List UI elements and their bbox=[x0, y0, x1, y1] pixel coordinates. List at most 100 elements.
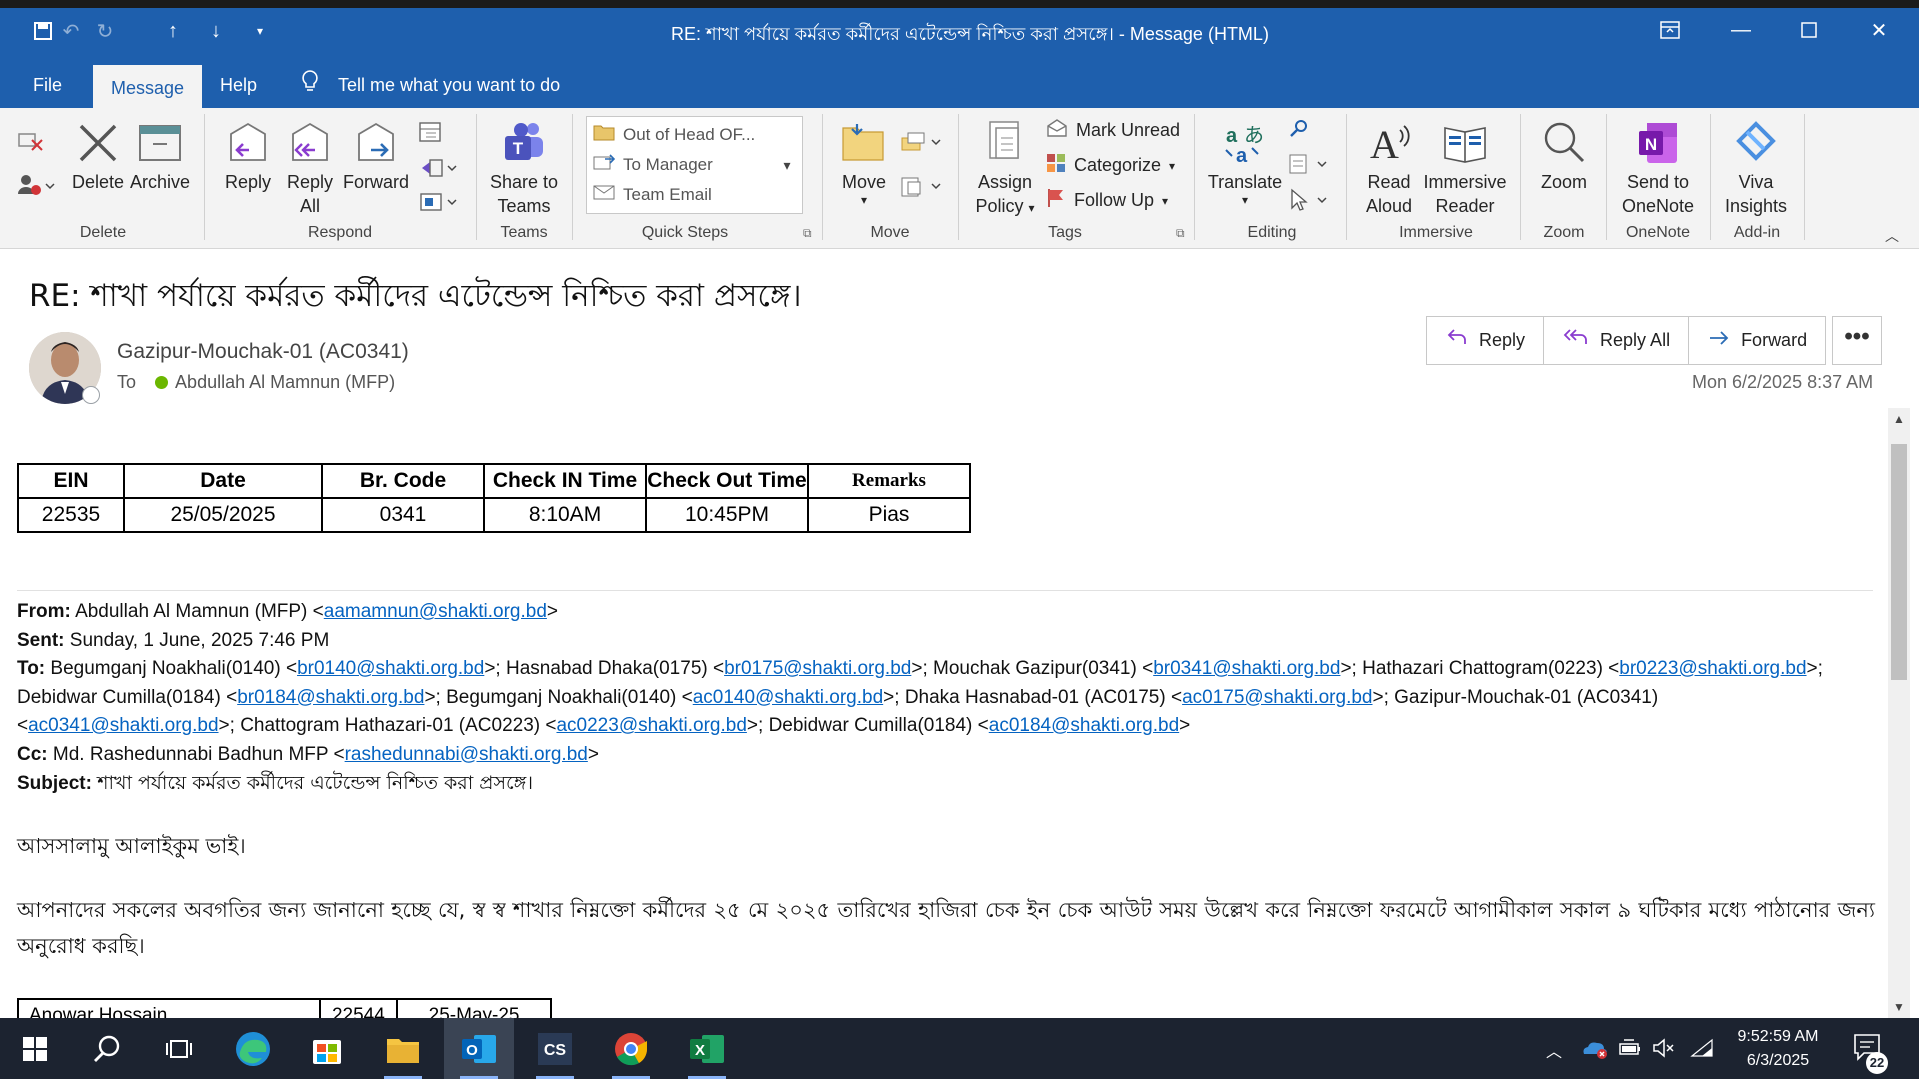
recipient-email-link[interactable]: br0223@shakti.org.bd bbox=[1619, 658, 1806, 679]
previous-item-icon[interactable]: ↑ bbox=[160, 18, 186, 44]
edge-icon[interactable] bbox=[218, 1018, 288, 1079]
outlook-taskbar-icon[interactable]: O bbox=[444, 1018, 514, 1079]
scroll-up-icon[interactable]: ▲ bbox=[1888, 408, 1910, 430]
forward-button[interactable]: Forward bbox=[342, 120, 410, 194]
battery-icon[interactable] bbox=[1618, 1038, 1642, 1063]
maximize-button[interactable] bbox=[1786, 14, 1832, 46]
select-icon[interactable] bbox=[1288, 188, 1332, 217]
cc-email-link[interactable]: rashedunnabi@shakti.org.bd bbox=[345, 744, 588, 765]
task-view-icon[interactable] bbox=[144, 1018, 214, 1079]
ribbon-display-options-icon[interactable] bbox=[1647, 14, 1693, 46]
group-separator bbox=[476, 114, 477, 240]
recipient-email-link[interactable]: ac0184@shakti.org.bd bbox=[989, 715, 1179, 736]
undo-icon[interactable]: ↶ bbox=[58, 18, 84, 44]
microsoft-store-icon[interactable] bbox=[292, 1018, 362, 1079]
junk-icon[interactable] bbox=[16, 172, 56, 203]
categorize-label: Categorize bbox=[1074, 155, 1162, 175]
from-email-link[interactable]: aamamnun@shakti.org.bd bbox=[324, 601, 547, 622]
forward-button[interactable]: Forward bbox=[1689, 317, 1825, 364]
recipient-email-link[interactable]: ac0175@shakti.org.bd bbox=[1182, 687, 1372, 708]
minimize-button[interactable]: — bbox=[1718, 14, 1764, 46]
onedrive-icon[interactable] bbox=[1580, 1036, 1608, 1065]
ignore-icon[interactable] bbox=[16, 128, 44, 159]
zoom-button[interactable]: Zoom bbox=[1534, 120, 1594, 194]
wifi-icon[interactable] bbox=[1690, 1038, 1714, 1063]
tell-me-search[interactable]: Tell me what you want to do bbox=[338, 69, 560, 105]
quick-step-item[interactable]: To Manager bbox=[593, 153, 713, 176]
volume-muted-icon[interactable] bbox=[1652, 1038, 1676, 1063]
quick-step-item[interactable]: Out of Head OF... bbox=[593, 123, 755, 146]
show-hidden-icons-icon[interactable]: ︿ bbox=[1546, 1038, 1562, 1062]
quick-step-item[interactable]: Team Email bbox=[593, 183, 712, 206]
recipient-email-link[interactable]: ac0341@shakti.org.bd bbox=[28, 715, 218, 736]
follow-up-button[interactable]: Follow Up ▾ bbox=[1046, 188, 1168, 213]
save-icon[interactable] bbox=[30, 18, 56, 44]
dialog-launcher-icon[interactable]: ⧉ bbox=[803, 226, 812, 241]
clock[interactable]: 9:52:59 AM 6/3/2025 bbox=[1728, 1025, 1828, 1073]
chrome-icon[interactable] bbox=[596, 1018, 666, 1079]
scroll-down-icon[interactable]: ▼ bbox=[1888, 996, 1910, 1018]
more-respond-icon[interactable] bbox=[418, 190, 458, 219]
collapse-ribbon-icon[interactable]: ︿ bbox=[1885, 226, 1899, 246]
reply-all-arrow-icon bbox=[1562, 328, 1590, 353]
file-explorer-icon[interactable] bbox=[368, 1018, 438, 1079]
immersive-reader-icon bbox=[1442, 120, 1488, 166]
recipient-email-link[interactable]: ac0140@shakti.org.bd bbox=[693, 687, 883, 708]
customize-qat-icon[interactable]: ▾ bbox=[247, 18, 273, 44]
sender-name[interactable]: Gazipur-Mouchak-01 (AC0341) bbox=[117, 340, 409, 364]
assign-policy-button[interactable]: Assign Policy ▾ bbox=[970, 120, 1040, 220]
search-icon[interactable] bbox=[72, 1018, 142, 1079]
share-to-teams-button[interactable]: T Share to Teams bbox=[486, 120, 562, 218]
recipient-email-link[interactable]: br0341@shakti.org.bd bbox=[1153, 658, 1340, 679]
reply-button[interactable]: Reply bbox=[1427, 317, 1545, 364]
move-button[interactable]: Move ▾ bbox=[836, 120, 892, 206]
translate-button[interactable]: aあa Translate ▾ bbox=[1206, 120, 1284, 206]
more-actions-button[interactable]: ••• bbox=[1832, 316, 1882, 365]
vertical-scrollbar[interactable]: ▲ ▼ bbox=[1888, 408, 1910, 1018]
start-button[interactable] bbox=[0, 1018, 70, 1079]
quick-steps-expand-icon[interactable]: ▾ bbox=[772, 116, 803, 214]
archive-button[interactable]: Archive bbox=[130, 120, 190, 194]
recipient-email-link[interactable]: br0140@shakti.org.bd bbox=[297, 658, 484, 679]
rules-icon[interactable] bbox=[900, 130, 944, 159]
tab-message[interactable]: Message bbox=[93, 65, 203, 108]
read-aloud-button[interactable]: A Read Aloud bbox=[1356, 120, 1422, 218]
delete-icon bbox=[75, 120, 121, 166]
im-reply-icon[interactable] bbox=[418, 156, 458, 185]
recipient-email-link[interactable]: br0184@shakti.org.bd bbox=[237, 687, 424, 708]
next-item-icon[interactable]: ↓ bbox=[203, 18, 229, 44]
reply-button[interactable]: Reply bbox=[222, 120, 274, 194]
tab-help[interactable]: Help bbox=[220, 69, 257, 105]
mark-unread-button[interactable]: Mark Unread bbox=[1046, 118, 1180, 143]
scrollbar-thumb[interactable] bbox=[1891, 444, 1907, 680]
find-icon[interactable] bbox=[1288, 118, 1310, 145]
svg-text:X: X bbox=[695, 1042, 705, 1059]
dialog-launcher-icon[interactable]: ⧉ bbox=[1176, 226, 1185, 241]
reply-all-button[interactable]: Reply All bbox=[1544, 317, 1690, 364]
tab-file[interactable]: File bbox=[33, 69, 62, 105]
redo-icon[interactable]: ↻ bbox=[92, 18, 118, 44]
related-icon[interactable] bbox=[1288, 152, 1332, 181]
recipient-email-link[interactable]: ac0223@shakti.org.bd bbox=[556, 715, 746, 736]
onenote-icon: N bbox=[1635, 120, 1681, 166]
sent-label: Sent: bbox=[17, 629, 65, 651]
cs-app-icon[interactable]: CS bbox=[520, 1018, 590, 1079]
categorize-button[interactable]: Categorize ▾ bbox=[1046, 153, 1175, 178]
delete-button[interactable]: Delete bbox=[70, 120, 126, 194]
delete-label: Delete bbox=[71, 172, 125, 192]
archive-icon bbox=[137, 120, 183, 166]
group-label-zoom: Zoom bbox=[1543, 224, 1585, 241]
from-name: Abdullah Al Mamnun (MFP) < bbox=[75, 601, 324, 622]
reply-all-button[interactable]: Reply All bbox=[284, 120, 336, 218]
immersive-reader-button[interactable]: Immersive Reader bbox=[1420, 120, 1510, 218]
meeting-reply-icon[interactable] bbox=[418, 120, 444, 149]
actions-icon[interactable] bbox=[900, 174, 944, 205]
close-button[interactable]: ✕ bbox=[1856, 14, 1902, 46]
send-to-onenote-button[interactable]: N Send to OneNote bbox=[1616, 120, 1700, 218]
viva-insights-button[interactable]: Viva Insights bbox=[1720, 120, 1792, 218]
excel-icon[interactable]: X bbox=[672, 1018, 742, 1079]
team-email-icon bbox=[593, 183, 615, 206]
table-cell: 25/05/2025 bbox=[123, 497, 323, 533]
recipient-email-link[interactable]: br0175@shakti.org.bd bbox=[724, 658, 911, 679]
recipient-name[interactable]: Abdullah Al Mamnun (MFP) bbox=[175, 372, 395, 392]
